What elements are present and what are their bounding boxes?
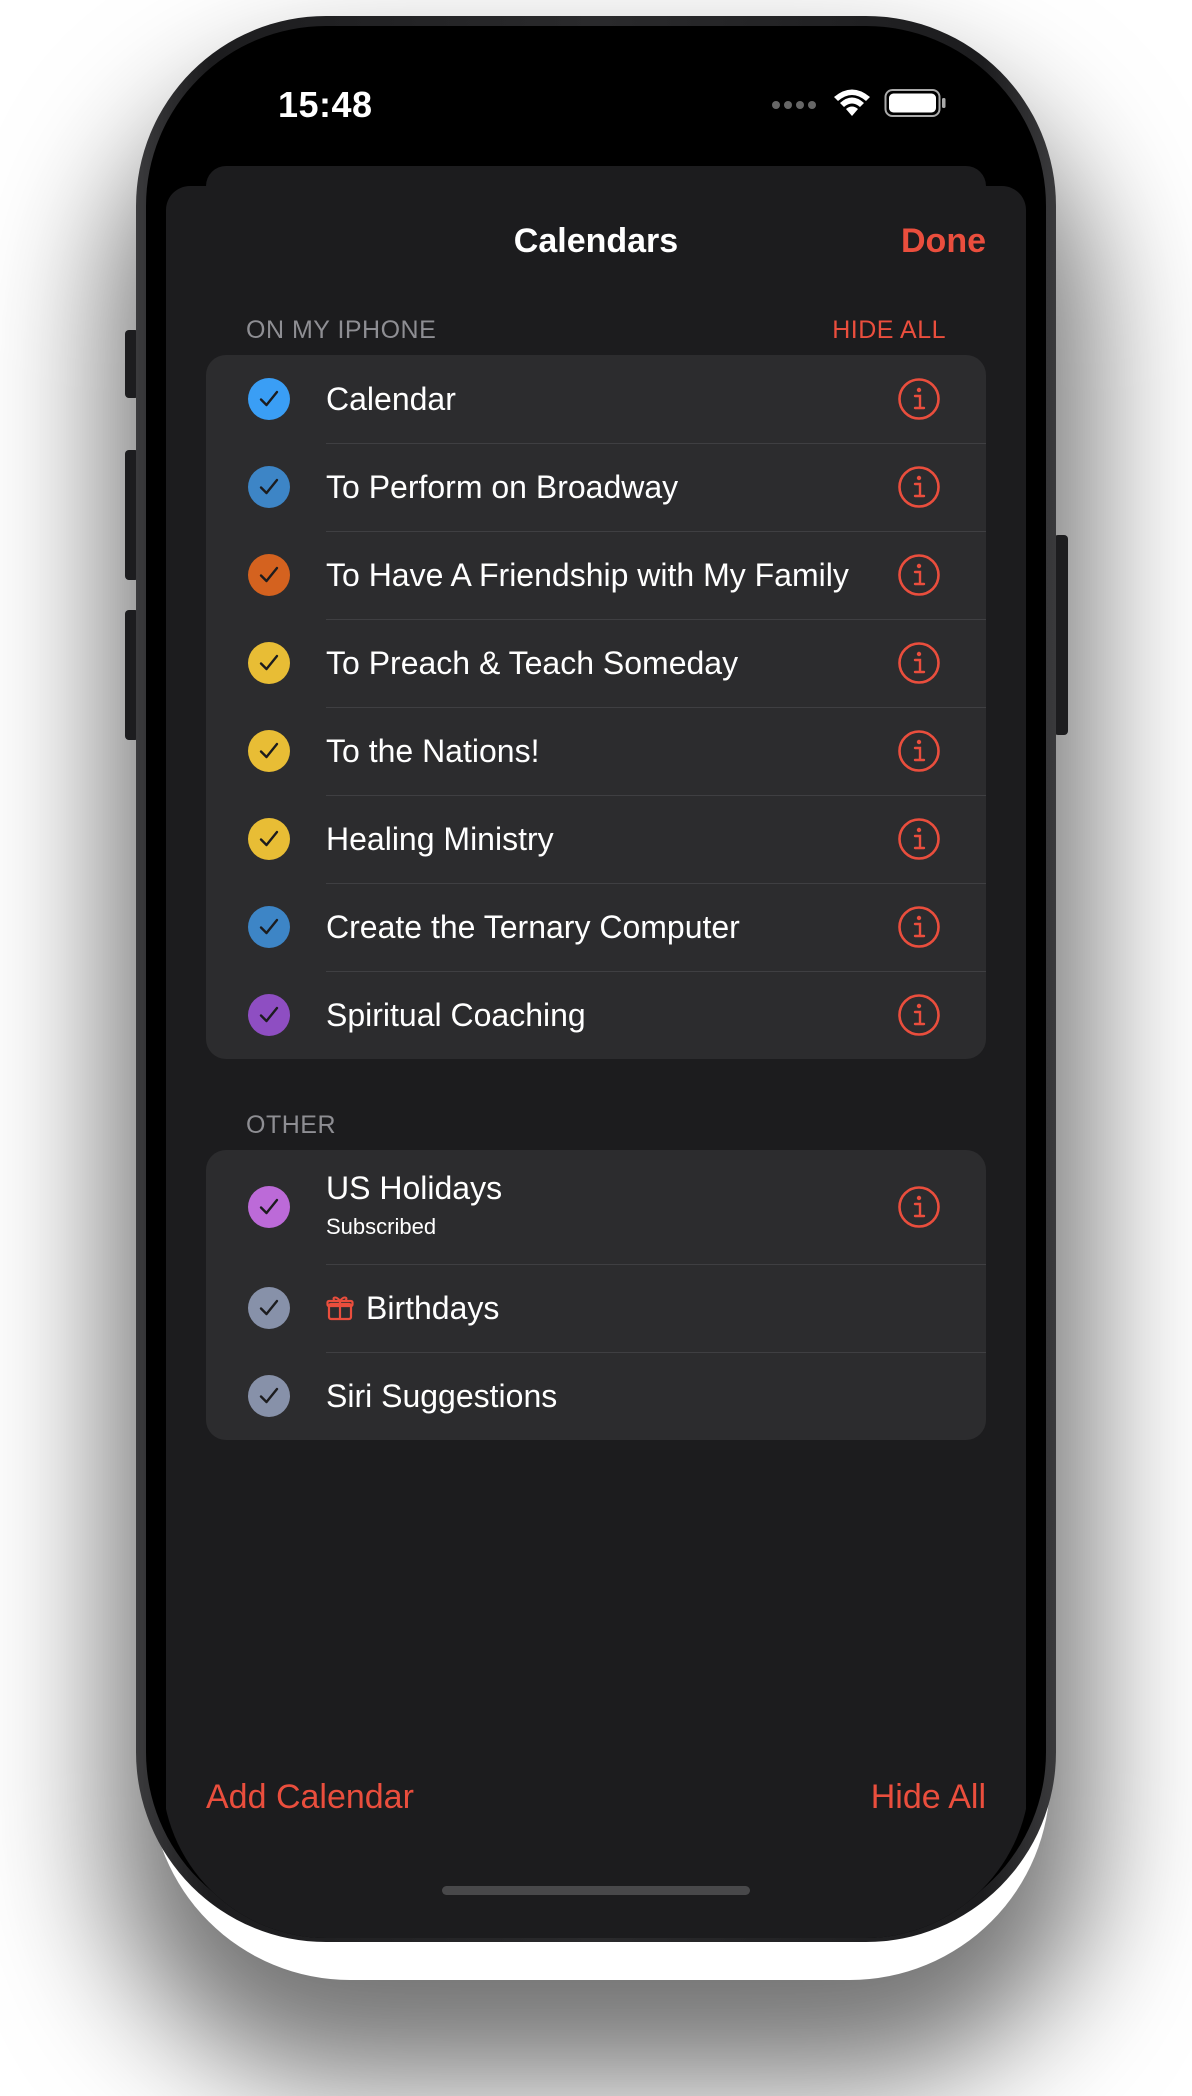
info-icon[interactable]: [897, 377, 941, 421]
calendar-row[interactable]: Subscribed US Holidays: [206, 1150, 986, 1264]
calendar-row[interactable]: To Preach & Teach Someday: [206, 619, 986, 707]
info-icon[interactable]: [897, 817, 941, 861]
info-icon[interactable]: [897, 641, 941, 685]
checkmark-toggle-icon[interactable]: [248, 466, 290, 508]
checkmark-toggle-icon[interactable]: [248, 642, 290, 684]
wifi-icon: [834, 89, 870, 116]
calendar-subtitle: Subscribed: [326, 1214, 437, 1239]
calendar-row[interactable]: To Have A Friendship with My Family: [206, 531, 986, 619]
add-calendar-button[interactable]: Add Calendar: [206, 1778, 414, 1817]
checkmark-toggle-icon[interactable]: [248, 554, 290, 596]
other-calendars-group: Subscribed US Holidays Birthdays Siri Sugge…: [206, 1150, 986, 1440]
cellular-signal-icon: [772, 101, 816, 109]
hide-all-button[interactable]: Hide All: [871, 1778, 986, 1817]
info-icon[interactable]: [897, 465, 941, 509]
calendar-row[interactable]: Create the Ternary Computer: [206, 883, 986, 971]
iphone-calendars-group: Calendar To Perform on Broadway To Have A …: [206, 355, 986, 1059]
gift-icon: [326, 1294, 354, 1322]
row-separator: [326, 707, 986, 708]
section-header-on-my-iphone: ON MY IPHONE: [246, 316, 437, 344]
calendar-name: Calendar: [326, 381, 456, 417]
calendar-name: To Preach & Teach Someday: [326, 645, 739, 681]
calendar-row[interactable]: Siri Suggestions: [206, 1352, 986, 1440]
info-icon[interactable]: [897, 1185, 941, 1229]
calendar-row[interactable]: Birthdays: [206, 1264, 986, 1352]
row-separator: [326, 971, 986, 972]
row-separator: [326, 1264, 986, 1265]
done-button[interactable]: Done: [901, 222, 986, 261]
row-separator: [326, 795, 986, 796]
section-header-other: OTHER: [246, 1111, 336, 1139]
calendar-row[interactable]: To the Nations!: [206, 707, 986, 795]
row-separator: [326, 619, 986, 620]
info-icon[interactable]: [897, 993, 941, 1037]
page-title: Calendars: [513, 222, 679, 260]
checkmark-toggle-icon[interactable]: [248, 994, 290, 1036]
row-separator: [326, 883, 986, 884]
hide-all-section-button[interactable]: HIDE ALL: [832, 316, 946, 345]
checkmark-toggle-icon[interactable]: [248, 730, 290, 772]
calendar-name: US Holidays: [326, 1170, 503, 1206]
info-icon[interactable]: [897, 553, 941, 597]
checkmark-toggle-icon[interactable]: [248, 1287, 290, 1329]
calendar-row[interactable]: To Perform on Broadway: [206, 443, 986, 531]
home-indicator: [442, 1886, 750, 1895]
calendar-name: To the Nations!: [326, 733, 540, 769]
status-time: 15:48: [278, 84, 373, 125]
calendar-row[interactable]: Healing Ministry: [206, 795, 986, 883]
calendar-row[interactable]: Calendar: [206, 355, 986, 443]
checkmark-toggle-icon[interactable]: [248, 906, 290, 948]
screen: 15:48 Calendars Done ON MY IPHONE HIDE A…: [162, 32, 1030, 1938]
calendar-name: Siri Suggestions: [326, 1378, 558, 1414]
battery-icon: [884, 89, 946, 117]
row-separator: [326, 1352, 986, 1353]
calendar-name: Birthdays: [366, 1290, 500, 1326]
side-button: [1054, 535, 1068, 735]
row-separator: [326, 443, 986, 444]
calendar-name: To Perform on Broadway: [326, 469, 679, 505]
info-icon[interactable]: [897, 729, 941, 773]
checkmark-toggle-icon[interactable]: [248, 1375, 290, 1417]
status-icons: [770, 88, 946, 118]
checkmark-toggle-icon[interactable]: [248, 1186, 290, 1228]
calendar-row[interactable]: Spiritual Coaching: [206, 971, 986, 1059]
row-separator: [326, 531, 986, 532]
info-icon[interactable]: [897, 905, 941, 949]
calendar-name: To Have A Friendship with My Family: [326, 557, 849, 593]
calendar-name: Healing Ministry: [326, 821, 554, 857]
calendar-name: Spiritual Coaching: [326, 997, 586, 1033]
calendar-name: Create the Ternary Computer: [326, 909, 740, 945]
checkmark-toggle-icon[interactable]: [248, 378, 290, 420]
checkmark-toggle-icon[interactable]: [248, 818, 290, 860]
